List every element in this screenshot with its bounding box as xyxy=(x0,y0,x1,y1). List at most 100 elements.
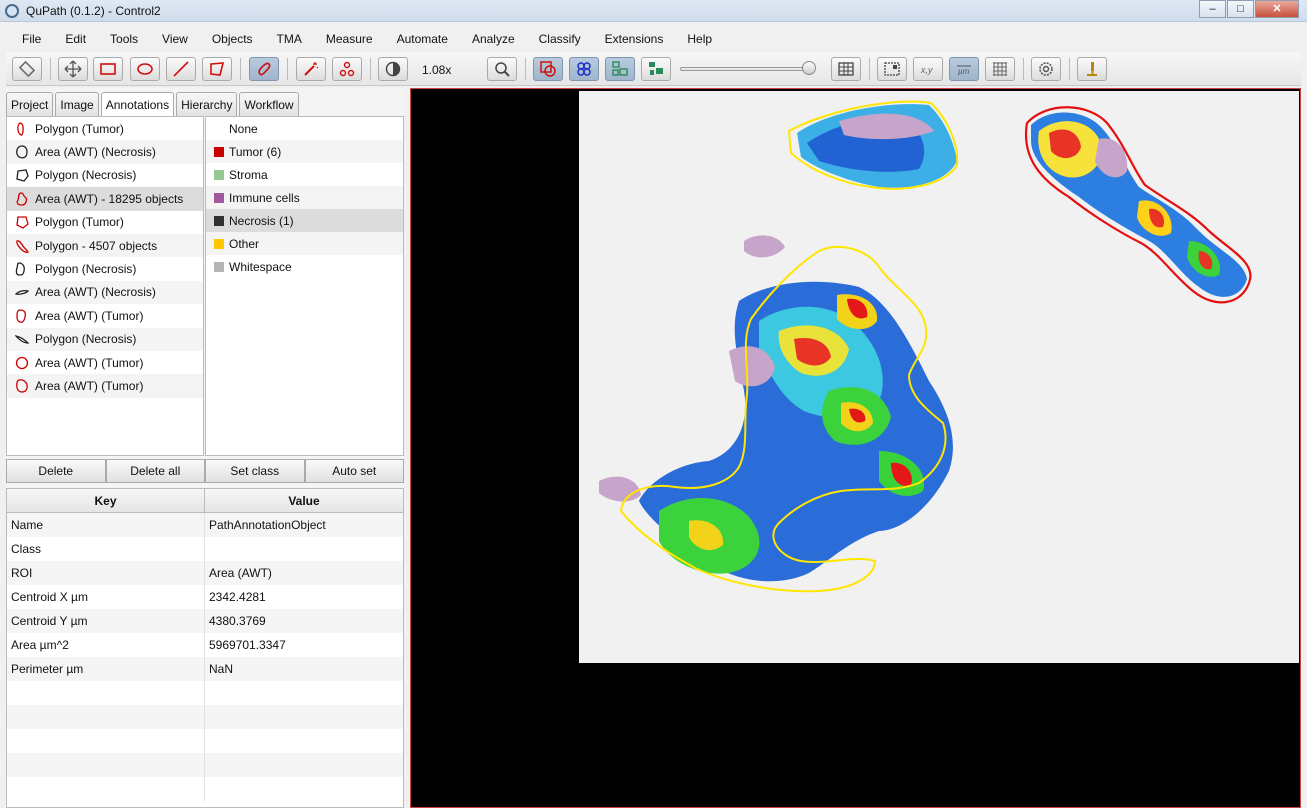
polygon-tool-button[interactable] xyxy=(202,57,232,81)
table-row[interactable]: Perimeter µm NaN xyxy=(7,657,403,681)
measurement-key: Class xyxy=(7,537,205,561)
brush-tool-button[interactable] xyxy=(249,57,279,81)
set-class-button[interactable]: Set class xyxy=(205,459,305,483)
location-button[interactable]: x,y xyxy=(913,57,943,81)
wand-tool-button[interactable] xyxy=(296,57,326,81)
overview-button[interactable] xyxy=(831,57,861,81)
brightness-contrast-button[interactable] xyxy=(378,57,408,81)
class-row-stroma[interactable]: Stroma xyxy=(206,163,403,186)
measurement-value: PathAnnotationObject xyxy=(209,518,326,532)
menu-measure[interactable]: Measure xyxy=(310,32,381,46)
tab-workflow[interactable]: Workflow xyxy=(239,92,299,116)
class-color-swatch xyxy=(214,215,224,226)
annotation-row[interactable]: Polygon (Necrosis) xyxy=(7,257,203,280)
measurement-key: Centroid X µm xyxy=(7,585,205,609)
table-row[interactable]: ROI Area (AWT) xyxy=(7,561,403,585)
menu-help[interactable]: Help xyxy=(671,32,720,46)
opacity-slider-track[interactable] xyxy=(680,67,812,71)
show-overview-button[interactable] xyxy=(877,57,907,81)
window-title: QuPath (0.1.2) - Control2 xyxy=(26,4,161,18)
menu-classify[interactable]: Classify xyxy=(523,32,589,46)
annotation-row[interactable]: Polygon - 4507 objects xyxy=(7,233,203,258)
show-detections-icon xyxy=(612,61,628,76)
whole-slide-image[interactable] xyxy=(579,91,1299,663)
measurement-key: ROI xyxy=(7,561,205,585)
table-row[interactable]: Centroid X µm 2342.4281 xyxy=(7,585,403,609)
table-row[interactable]: Centroid Y µm 4380.3769 xyxy=(7,609,403,633)
annotation-row[interactable]: Area (AWT) (Tumor) xyxy=(7,351,203,374)
menu-objects[interactable]: Objects xyxy=(196,32,261,46)
show-detections-button[interactable] xyxy=(605,57,635,81)
menu-tma[interactable]: TMA xyxy=(261,32,310,46)
close-button[interactable]: ✕ xyxy=(1255,0,1299,18)
ellipse-tool-button[interactable] xyxy=(130,57,160,81)
class-row-none[interactable]: None xyxy=(206,117,403,140)
line-tool-button[interactable] xyxy=(166,57,196,81)
menu-file[interactable]: File xyxy=(6,32,49,46)
table-row[interactable]: Name PathAnnotationObject xyxy=(7,513,403,537)
zoom-level-label: 1.08x xyxy=(422,63,452,77)
class-label: Immune cells xyxy=(229,190,300,205)
measurement-value: 5969701.3347 xyxy=(209,638,286,652)
points-tool-button[interactable] xyxy=(332,57,362,81)
minimize-button[interactable]: – xyxy=(1199,0,1226,18)
maximize-button[interactable]: □ xyxy=(1227,0,1254,18)
preferences-icon xyxy=(1039,62,1053,76)
measurement-key: Name xyxy=(7,513,205,537)
annotation-row[interactable]: Area (AWT) (Necrosis) xyxy=(7,140,203,164)
scalebar-button[interactable]: µm xyxy=(949,57,979,81)
value-column-header[interactable]: Value xyxy=(205,489,403,512)
menu-edit[interactable]: Edit xyxy=(49,32,94,46)
annotation-row[interactable]: Area (AWT) - 18295 objects xyxy=(7,187,203,211)
show-tma-grid-icon xyxy=(577,62,591,76)
table-row xyxy=(7,681,403,705)
image-viewer[interactable] xyxy=(410,88,1301,808)
overview-icon xyxy=(838,62,854,76)
tab-hierarchy[interactable]: Hierarchy xyxy=(176,92,238,116)
grid-button[interactable] xyxy=(985,57,1015,81)
auto-set-button[interactable]: Auto set xyxy=(304,459,404,483)
menu-automate[interactable]: Automate xyxy=(381,32,456,46)
delete-all-button[interactable]: Delete all xyxy=(105,459,205,483)
table-row[interactable]: Area µm^2 5969701.3347 xyxy=(7,633,403,657)
class-row-necrosis[interactable]: Necrosis (1) xyxy=(206,209,403,232)
tab-image[interactable]: Image xyxy=(55,92,99,116)
annotation-row[interactable]: Area (AWT) (Tumor) xyxy=(7,374,203,398)
measurement-panel-button[interactable] xyxy=(12,57,42,81)
unclassified-area-icon xyxy=(15,192,29,206)
show-annotations-button[interactable] xyxy=(533,57,563,81)
class-row-other[interactable]: Other xyxy=(206,232,403,255)
key-column-header[interactable]: Key xyxy=(7,489,205,512)
fill-detections-button[interactable] xyxy=(641,57,671,81)
delete-button[interactable]: Delete xyxy=(6,459,106,483)
class-row-whitespace[interactable]: Whitespace xyxy=(206,255,403,278)
annotation-row[interactable]: Polygon (Necrosis) xyxy=(7,327,203,351)
menu-analyze[interactable]: Analyze xyxy=(456,32,523,46)
annotation-row[interactable]: Area (AWT) (Necrosis) xyxy=(7,280,203,305)
annotation-buttons: Delete Delete all Set class Auto set xyxy=(6,459,404,483)
annotation-row[interactable]: Polygon (Tumor) xyxy=(7,117,203,140)
qupath-logo-icon xyxy=(5,4,19,18)
table-row[interactable]: Class xyxy=(7,537,403,561)
annotation-label: Area (AWT) (Tumor) xyxy=(35,355,144,370)
rectangle-tool-button[interactable] xyxy=(93,57,123,81)
class-row-tumor[interactable]: Tumor (6) xyxy=(206,140,403,163)
necrosis-area-icon xyxy=(15,145,29,159)
move-tool-button[interactable] xyxy=(58,57,88,81)
menu-view[interactable]: View xyxy=(146,32,196,46)
tab-project[interactable]: Project xyxy=(6,92,54,116)
move-icon xyxy=(64,60,82,78)
tab-annotations[interactable]: Annotations xyxy=(100,92,175,116)
zoom-to-fit-button[interactable] xyxy=(487,57,517,81)
menu-tools[interactable]: Tools xyxy=(94,32,146,46)
opacity-slider-knob[interactable] xyxy=(802,61,816,75)
annotation-row[interactable]: Polygon (Tumor) xyxy=(7,211,203,234)
show-tma-grid-button[interactable] xyxy=(569,57,599,81)
measurement-key: Centroid Y µm xyxy=(7,609,205,633)
menu-extensions[interactable]: Extensions xyxy=(589,32,672,46)
preferences-button[interactable] xyxy=(1031,57,1061,81)
annotation-row[interactable]: Polygon (Necrosis) xyxy=(7,164,203,187)
class-row-immune-cells[interactable]: Immune cells xyxy=(206,186,403,209)
log-button[interactable] xyxy=(1077,57,1107,81)
annotation-row[interactable]: Area (AWT) (Tumor) xyxy=(7,304,203,327)
